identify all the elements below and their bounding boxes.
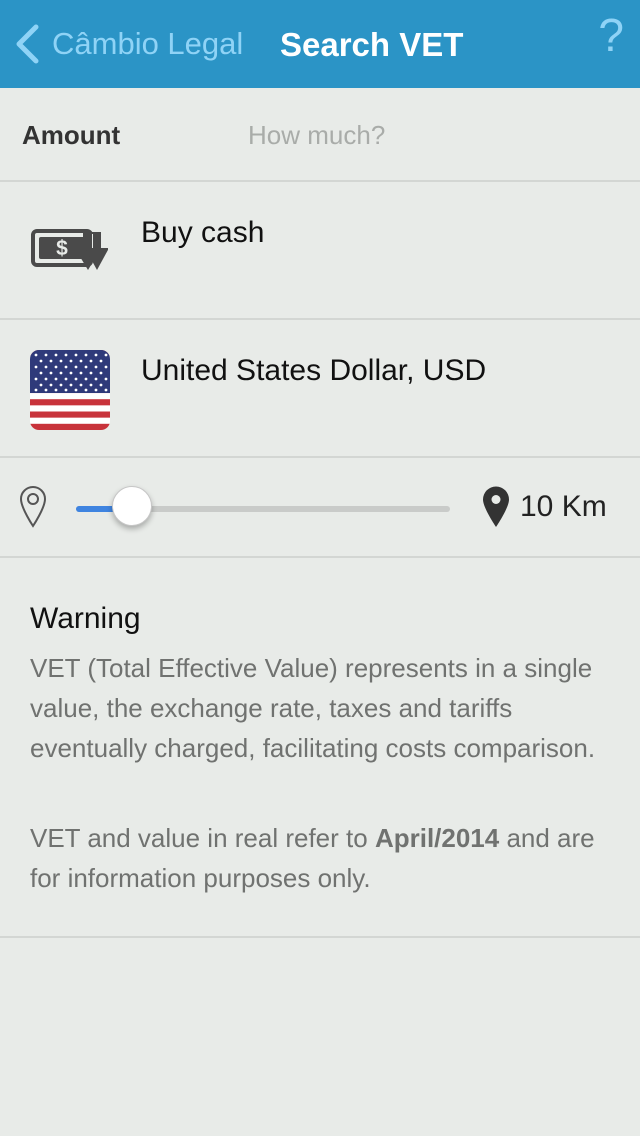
svg-text:$: $ <box>56 237 68 260</box>
page-title: Search VET <box>280 26 464 63</box>
operation-row[interactable]: $ Buy cash <box>0 182 640 320</box>
help-icon[interactable]: ? <box>598 12 624 58</box>
distance-value: 10 Km <box>520 490 607 523</box>
navigation-bar: Câmbio Legal Search VET ? <box>0 0 640 88</box>
us-flag-icon <box>30 350 110 430</box>
currency-row[interactable]: United States Dollar, USD <box>0 320 640 458</box>
warning-note: VET and value in real refer to April/201… <box>30 818 610 898</box>
warning-title: Warning <box>30 602 141 635</box>
location-pin-outline-icon <box>19 486 47 528</box>
back-button-label: Câmbio Legal <box>52 26 244 61</box>
currency-label: United States Dollar, USD <box>141 354 487 387</box>
warning-section: Warning VET (Total Effective Value) repr… <box>0 558 640 938</box>
amount-row: Amount <box>0 88 640 182</box>
distance-slider-thumb[interactable] <box>112 486 153 526</box>
warning-note-prefix: VET and value in real refer to <box>30 823 375 853</box>
warning-body: VET (Total Effective Value) represents i… <box>30 653 596 763</box>
amount-input[interactable] <box>248 114 618 156</box>
location-pin-icon <box>483 486 509 527</box>
amount-label: Amount <box>22 120 121 150</box>
warning-note-date: April/2014 <box>374 823 500 853</box>
operation-label: Buy cash <box>141 216 265 249</box>
back-button[interactable]: Câmbio Legal <box>14 22 243 66</box>
chevron-left-icon <box>16 24 39 64</box>
buy-cash-icon: $ <box>31 229 108 270</box>
